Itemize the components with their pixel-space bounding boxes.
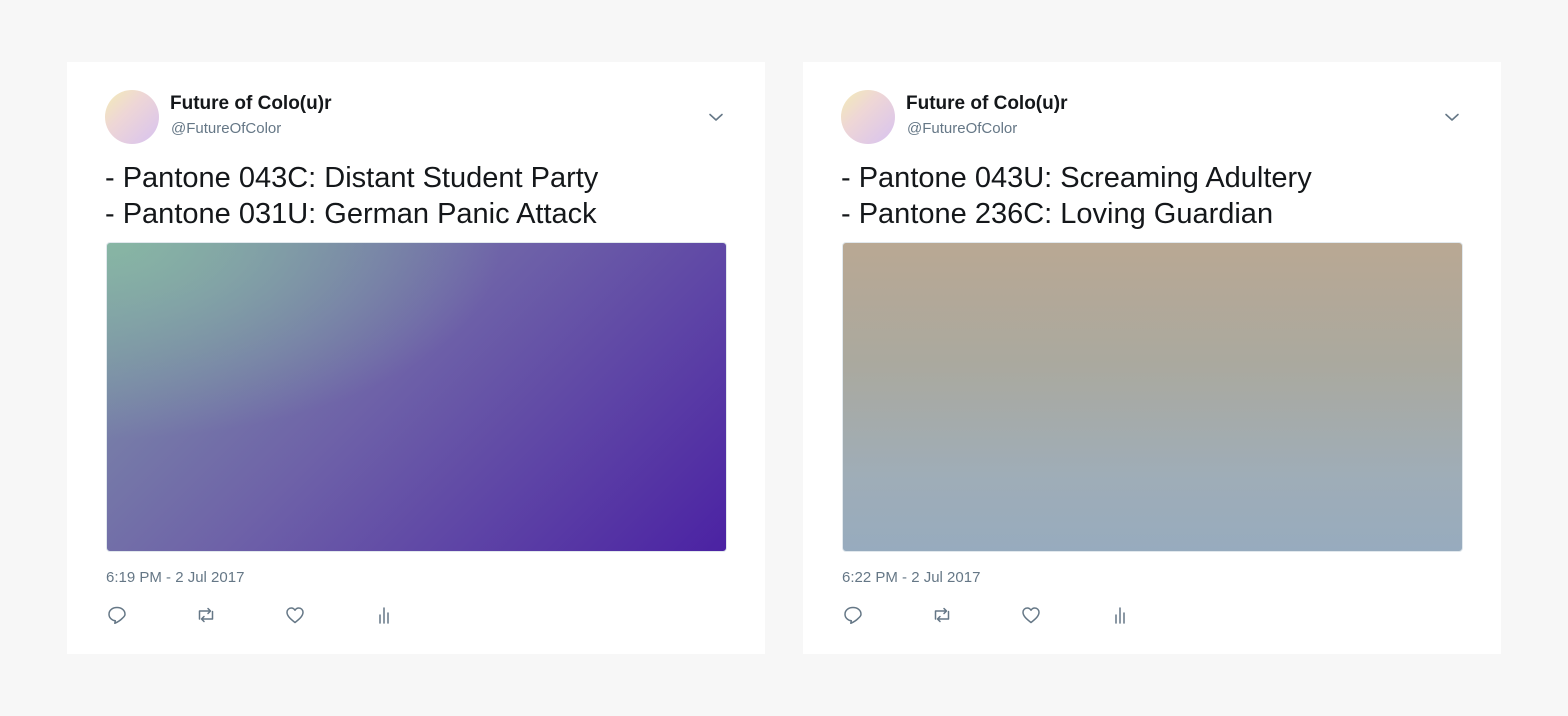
tweet-text: - Pantone 043C: Distant Student Party - … xyxy=(105,160,745,232)
avatar[interactable] xyxy=(105,90,159,144)
tweet-text-line: - Pantone 236C: Loving Guardian xyxy=(841,198,1274,230)
chevron-down-icon[interactable] xyxy=(707,108,725,126)
tweet-media-image[interactable] xyxy=(842,242,1463,552)
tweet-media-image[interactable] xyxy=(106,242,727,552)
analytics-icon[interactable] xyxy=(1109,604,1131,626)
tweet-timestamp[interactable]: 6:22 PM - 2 Jul 2017 xyxy=(842,569,980,586)
author-display-name[interactable]: Future of Colo(u)r xyxy=(906,93,1067,115)
tweet-text-line: - Pantone 043C: Distant Student Party xyxy=(105,162,599,194)
author-display-name[interactable]: Future of Colo(u)r xyxy=(170,93,331,115)
author-handle[interactable]: @FutureOfColor xyxy=(907,120,1017,137)
tweet-text: - Pantone 043U: Screaming Adultery - Pan… xyxy=(841,160,1481,232)
tweet-timestamp[interactable]: 6:19 PM - 2 Jul 2017 xyxy=(106,569,244,586)
retweet-icon[interactable] xyxy=(195,604,217,626)
retweet-icon[interactable] xyxy=(931,604,953,626)
reply-icon[interactable] xyxy=(106,604,128,626)
tweet-card: Future of Colo(u)r @FutureOfColor - Pant… xyxy=(67,62,765,654)
heart-icon[interactable] xyxy=(284,604,306,626)
analytics-icon[interactable] xyxy=(373,604,395,626)
tweet-card: Future of Colo(u)r @FutureOfColor - Pant… xyxy=(803,62,1501,654)
reply-icon[interactable] xyxy=(842,604,864,626)
tweet-text-line: - Pantone 031U: German Panic Attack xyxy=(105,198,597,230)
heart-icon[interactable] xyxy=(1020,604,1042,626)
chevron-down-icon[interactable] xyxy=(1443,108,1461,126)
avatar[interactable] xyxy=(841,90,895,144)
author-handle[interactable]: @FutureOfColor xyxy=(171,120,281,137)
tweet-text-line: - Pantone 043U: Screaming Adultery xyxy=(841,162,1312,194)
